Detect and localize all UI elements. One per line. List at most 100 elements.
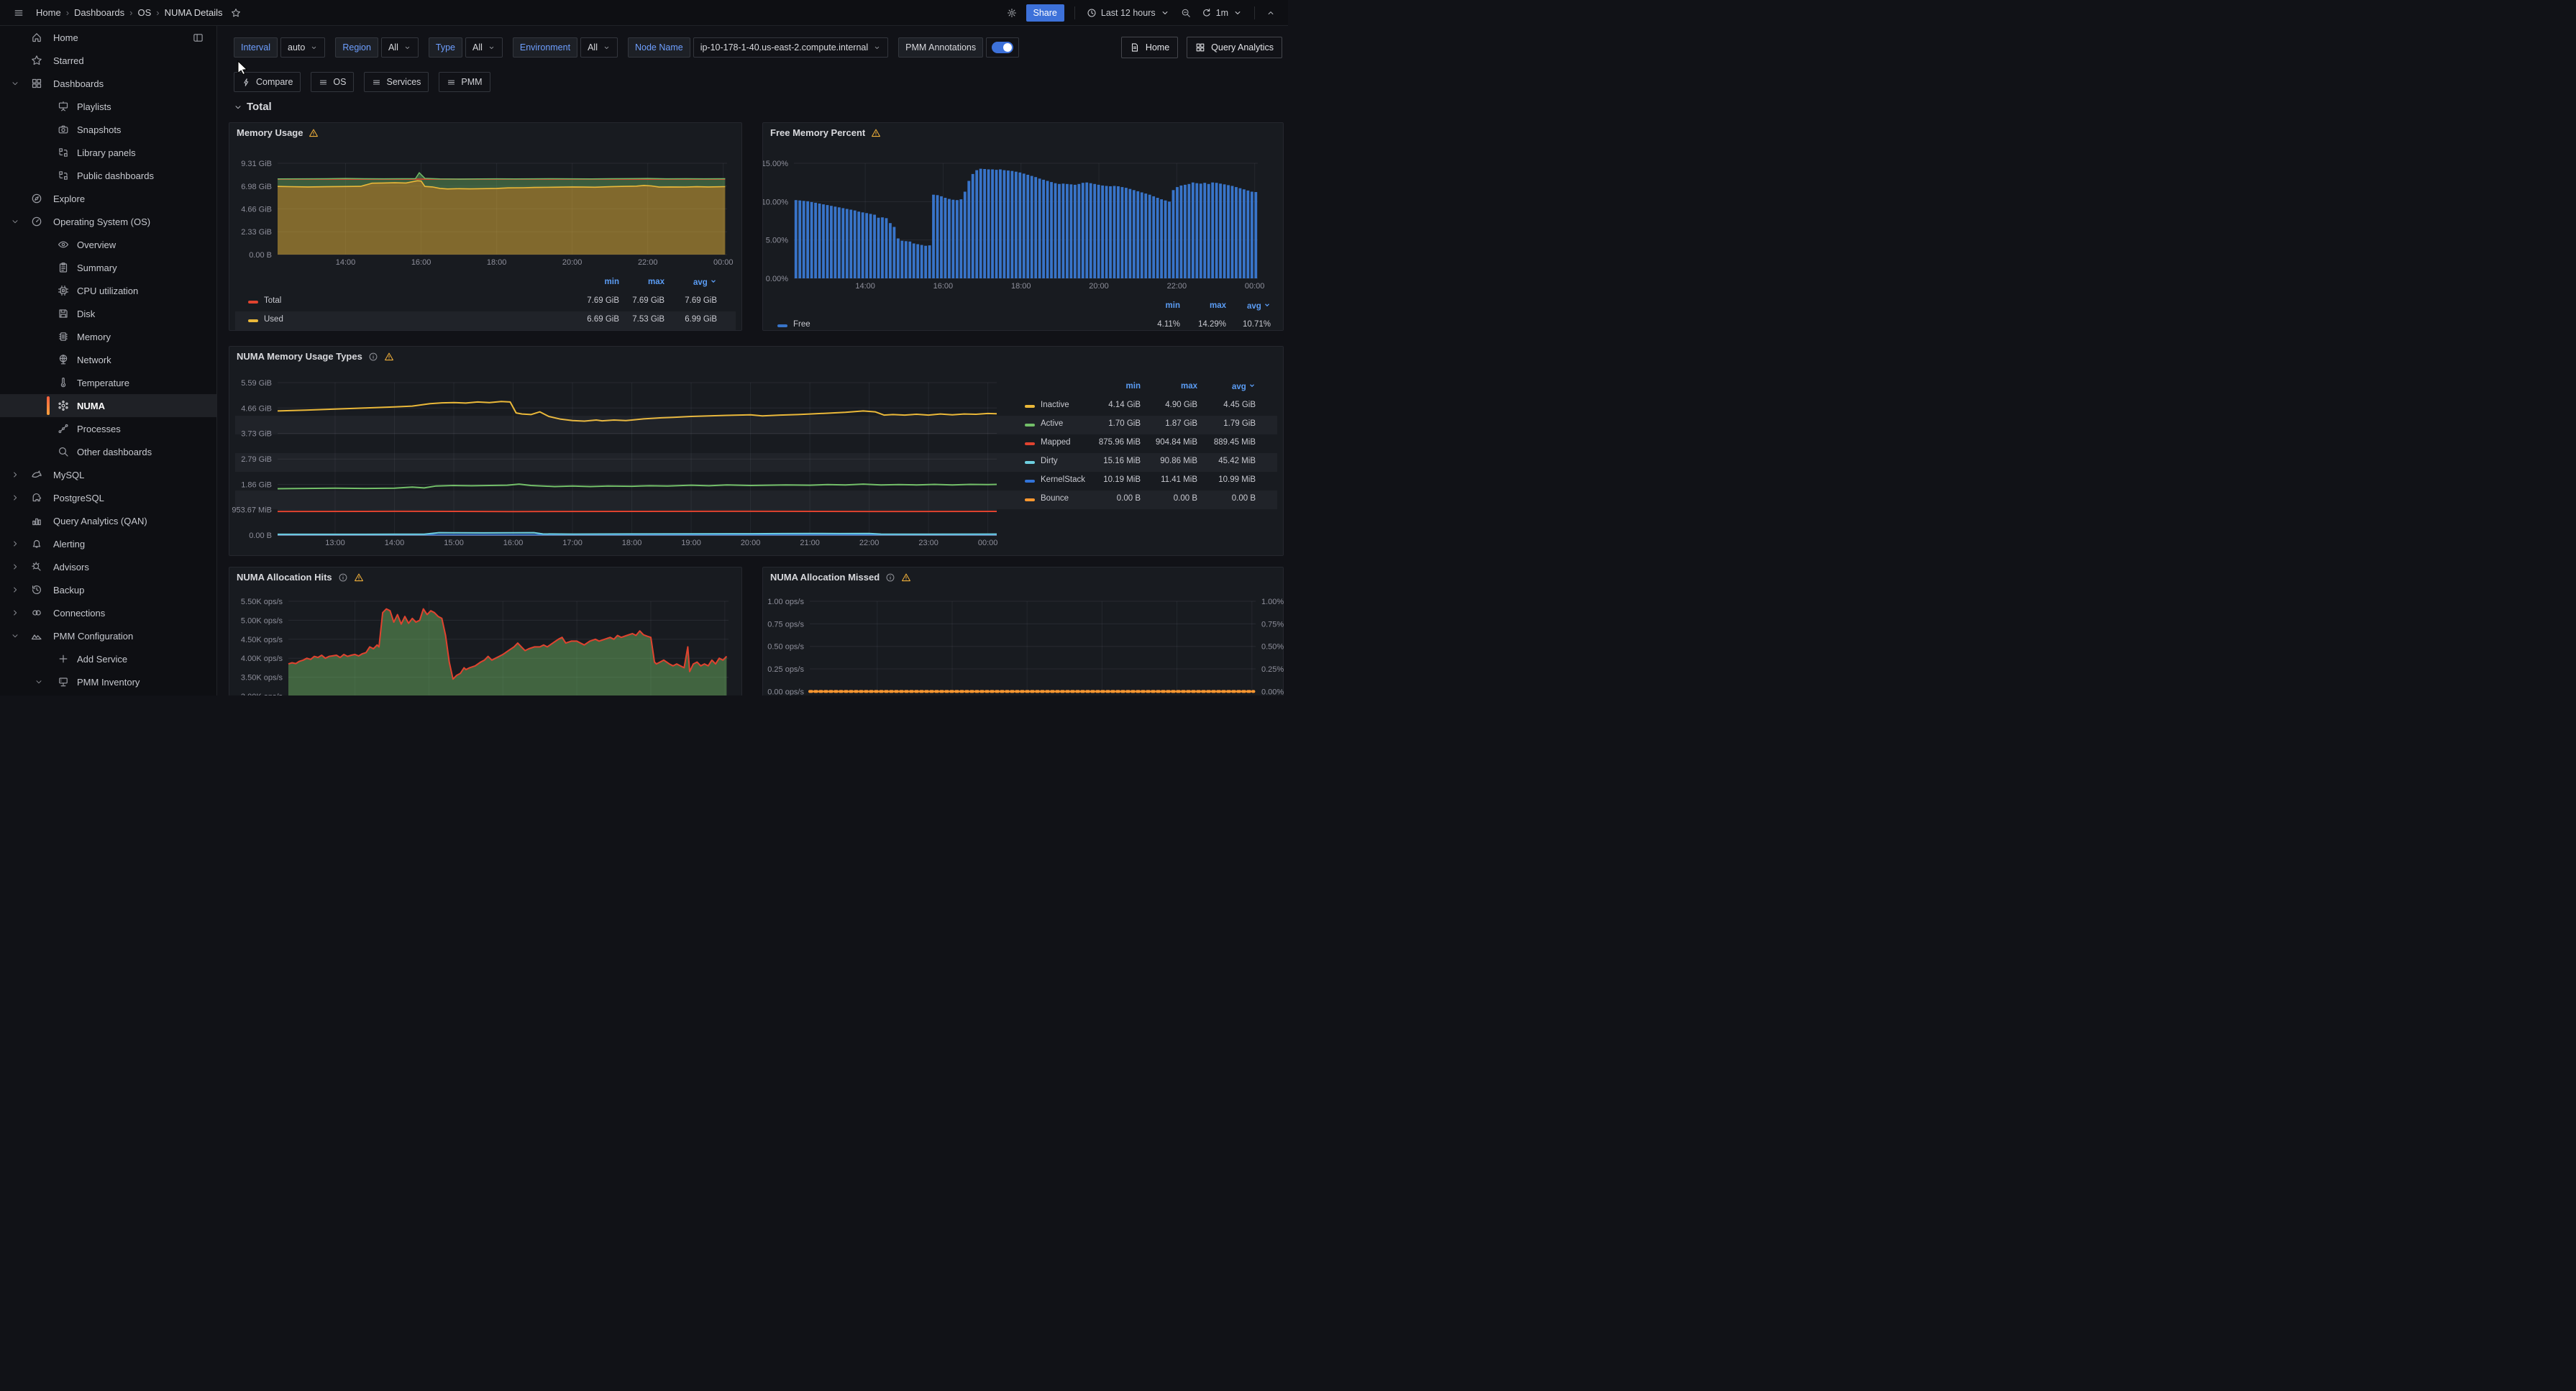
sidebar-item-pmm-inventory[interactable]: PMM Inventory xyxy=(0,670,216,693)
sidebar-item-explore[interactable]: Explore xyxy=(0,187,216,210)
legend-value-min: 15.16 MiB xyxy=(1103,457,1141,465)
svg-text:18:00: 18:00 xyxy=(487,258,507,267)
sidebar-item-alerting[interactable]: Alerting xyxy=(0,532,216,555)
collapse-controls-button[interactable] xyxy=(1262,4,1279,22)
series-name[interactable]: Total xyxy=(264,296,281,305)
legend-sort-avg[interactable]: avg xyxy=(693,278,717,287)
server-icon xyxy=(58,676,69,688)
sidebar-item-home[interactable]: Home xyxy=(0,26,216,49)
breadcrumb-item-home[interactable]: Home xyxy=(36,7,61,18)
sidebar-item-postgresql[interactable]: PostgreSQL xyxy=(0,486,216,509)
star-icon xyxy=(31,55,42,66)
sidebar-item-starred[interactable]: Starred xyxy=(0,49,216,72)
legend-sort-min[interactable]: min xyxy=(605,278,619,286)
series-name[interactable]: Mapped xyxy=(1041,438,1071,447)
sidebar-item-playlists[interactable]: Playlists xyxy=(0,95,216,118)
query-analytics-button[interactable]: Query Analytics xyxy=(1187,37,1282,58)
dashboard-link-pmm[interactable]: PMM xyxy=(439,72,490,92)
warning-icon[interactable] xyxy=(871,128,881,138)
menu-toggle-button[interactable] xyxy=(10,4,27,22)
series-color-swatch xyxy=(1025,461,1035,464)
breadcrumb-item-numa-details[interactable]: NUMA Details xyxy=(165,7,223,18)
sidebar-item-operating-system-os-[interactable]: Operating System (OS) xyxy=(0,210,216,233)
variable-value-dropdown[interactable]: ip-10-178-1-40.us-east-2.compute.interna… xyxy=(693,37,888,58)
refresh-icon xyxy=(1202,8,1212,18)
sidebar-item-memory[interactable]: Memory xyxy=(0,325,216,348)
series-name[interactable]: Free xyxy=(793,320,810,329)
favorite-dashboard-button[interactable] xyxy=(227,4,245,22)
sidebar-item-other-dashboards[interactable]: Other dashboards xyxy=(0,440,216,463)
sidebar-item-temperature[interactable]: Temperature xyxy=(0,371,216,394)
legend-value-min: 4.14 GiB xyxy=(1108,401,1141,409)
sidebar-item-overview[interactable]: Overview xyxy=(0,233,216,256)
time-range-picker[interactable]: Last 12 hours xyxy=(1082,4,1174,22)
zoom-out-time-button[interactable] xyxy=(1177,4,1195,22)
sidebar-item-network[interactable]: Network xyxy=(0,348,216,371)
breadcrumb-item-os[interactable]: OS xyxy=(137,7,151,18)
warning-icon[interactable] xyxy=(354,573,364,583)
undock-menu-button[interactable] xyxy=(188,26,208,49)
variable-value-dropdown[interactable]: auto xyxy=(280,37,325,58)
chevron-right-icon xyxy=(10,608,20,617)
warning-icon[interactable] xyxy=(384,352,394,362)
panel-title[interactable]: NUMA Allocation Hits xyxy=(237,572,332,583)
sidebar-item-library-panels[interactable]: Library panels xyxy=(0,141,216,164)
panel-title[interactable]: Memory Usage xyxy=(237,127,303,138)
variable-value-dropdown[interactable]: All xyxy=(465,37,503,58)
series-name[interactable]: Inactive xyxy=(1041,401,1069,409)
series-name[interactable]: KernelStack xyxy=(1041,475,1085,484)
legend-sort-max[interactable]: max xyxy=(1210,301,1226,310)
sidebar-item-processes[interactable]: Processes xyxy=(0,417,216,440)
dashboard-link-compare[interactable]: Compare xyxy=(234,72,301,92)
panel-title[interactable]: NUMA Allocation Missed xyxy=(770,572,880,583)
svg-text:15.00%: 15.00% xyxy=(763,160,788,168)
legend-sort-avg[interactable]: avg xyxy=(1232,382,1256,391)
series-name[interactable]: Bounce xyxy=(1041,494,1069,503)
sidebar-item-add-service[interactable]: Add Service xyxy=(0,647,216,670)
info-icon[interactable] xyxy=(368,352,378,362)
legend-sort-avg[interactable]: avg xyxy=(1247,301,1271,311)
warning-icon[interactable] xyxy=(309,128,319,138)
share-button[interactable]: Share xyxy=(1026,4,1064,22)
dashboard-settings-button[interactable] xyxy=(1003,4,1020,22)
section-row-total[interactable]: Total xyxy=(234,101,272,113)
sidebar-item-disk[interactable]: Disk xyxy=(0,302,216,325)
legend-row-used: Used6.69 GiB7.53 GiB6.99 GiB xyxy=(235,311,736,330)
sidebar-item-summary[interactable]: Summary xyxy=(0,256,216,279)
chevron-down-icon xyxy=(488,44,495,52)
sidebar-item-snapshots[interactable]: Snapshots xyxy=(0,118,216,141)
sidebar-item-advisors[interactable]: Advisors xyxy=(0,555,216,578)
sidebar-item-cpu-utilization[interactable]: CPU utilization xyxy=(0,279,216,302)
pmm-annotations-toggle[interactable] xyxy=(986,37,1019,58)
info-icon[interactable] xyxy=(885,573,895,583)
sidebar-item-dashboards[interactable]: Dashboards xyxy=(0,72,216,95)
info-icon[interactable] xyxy=(338,573,348,583)
sidebar-item-mysql[interactable]: MySQL xyxy=(0,463,216,486)
sidebar-item-connections[interactable]: Connections xyxy=(0,601,216,624)
variable-value-dropdown[interactable]: All xyxy=(381,37,419,58)
legend-sort-min[interactable]: min xyxy=(1126,382,1141,391)
sidebar-item-pmm-configuration[interactable]: PMM Configuration xyxy=(0,624,216,647)
series-name[interactable]: Dirty xyxy=(1041,457,1058,465)
top-navigation-bar: Home›Dashboards›OS›NUMA Details Share La… xyxy=(0,0,1288,26)
breadcrumb-item-dashboards[interactable]: Dashboards xyxy=(74,7,124,18)
legend-value-max: 0.00 B xyxy=(1174,494,1197,503)
panel-title[interactable]: Free Memory Percent xyxy=(770,127,865,138)
series-name[interactable]: Active xyxy=(1041,419,1063,428)
legend-sort-max[interactable]: max xyxy=(1181,382,1197,391)
sidebar-item-backup[interactable]: Backup xyxy=(0,578,216,601)
dashboard-link-os[interactable]: OS xyxy=(311,72,354,92)
sidebar-item-numa[interactable]: NUMA xyxy=(0,394,216,417)
panel-title[interactable]: NUMA Memory Usage Types xyxy=(237,351,362,362)
refresh-picker[interactable]: 1m xyxy=(1197,4,1247,22)
dashboard-link-services[interactable]: Services xyxy=(364,72,429,92)
variable-value-dropdown[interactable]: All xyxy=(580,37,618,58)
sidebar-item-query-analytics-qan-[interactable]: Query Analytics (QAN) xyxy=(0,509,216,532)
warning-icon[interactable] xyxy=(901,573,911,583)
sidebar-item-public-dashboards[interactable]: Public dashboards xyxy=(0,164,216,187)
legend-sort-min[interactable]: min xyxy=(1166,301,1180,310)
home-button[interactable]: Home xyxy=(1121,37,1178,58)
legend-sort-max[interactable]: max xyxy=(648,278,664,286)
toggle-on xyxy=(992,42,1013,53)
series-name[interactable]: Used xyxy=(264,315,283,324)
